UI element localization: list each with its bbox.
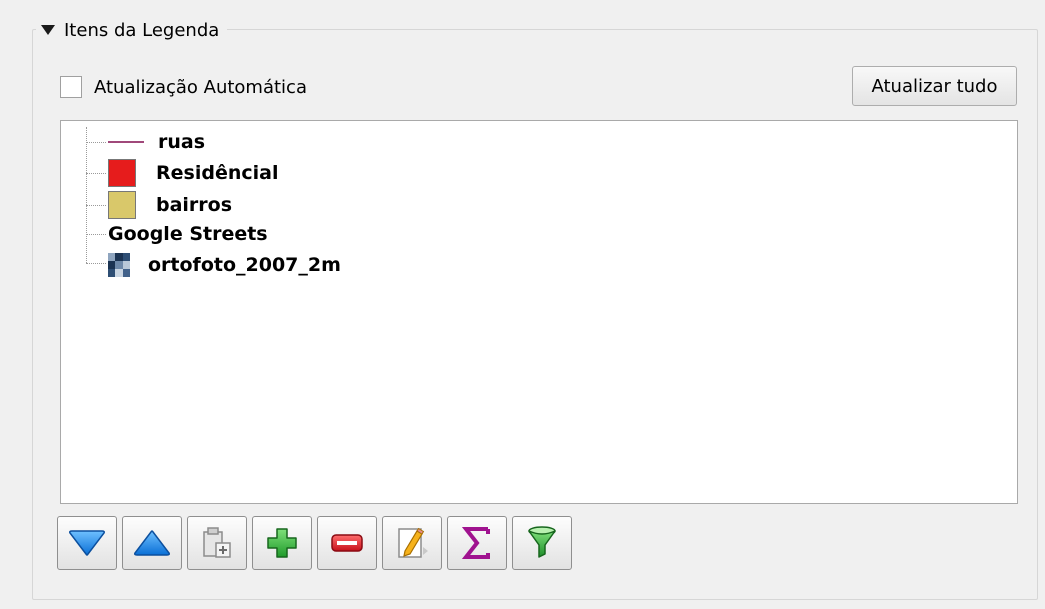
edit-item-button[interactable] <box>382 516 442 570</box>
groupbox-title: Itens da Legenda <box>64 19 220 41</box>
clipboard-add-icon <box>203 527 231 558</box>
legend-item-ruas[interactable]: ruas <box>108 127 205 157</box>
legend-item-ortofoto[interactable]: ortofoto_2007_2m <box>108 250 341 280</box>
pencil-icon <box>398 527 428 558</box>
tree-branch-line <box>86 205 106 206</box>
collapse-arrow-icon[interactable] <box>41 25 55 35</box>
legend-item-bairros[interactable]: bairros <box>108 190 232 220</box>
fill-symbol-icon <box>108 159 136 187</box>
add-group-button[interactable] <box>187 516 247 570</box>
funnel-icon <box>528 526 556 558</box>
move-up-button[interactable] <box>122 516 182 570</box>
filter-button[interactable] <box>512 516 572 570</box>
tree-branch-line <box>86 234 106 235</box>
groupbox-header[interactable]: Itens da Legenda <box>36 16 228 44</box>
legend-item-label: ortofoto_2007_2m <box>148 254 341 276</box>
legend-item-google-streets[interactable]: Google Streets <box>108 219 268 249</box>
legend-tree[interactable]: ruas Residêncial bairros Google Streets … <box>60 120 1018 504</box>
raster-symbol-icon <box>108 253 130 277</box>
update-all-button[interactable]: Atualizar tudo <box>852 66 1017 106</box>
tree-branch-line <box>86 263 106 264</box>
legend-toolbar <box>57 516 572 570</box>
legend-item-residencial[interactable]: Residêncial <box>108 158 278 188</box>
tree-branch-line <box>86 173 106 174</box>
legend-item-label: Residêncial <box>156 162 279 184</box>
plus-icon <box>267 528 297 558</box>
legend-items-groupbox: Itens da Legenda Atualização Automática … <box>32 10 1038 600</box>
tree-branch-line <box>86 142 106 143</box>
count-button[interactable] <box>447 516 507 570</box>
line-symbol-icon <box>108 141 144 143</box>
remove-item-button[interactable] <box>317 516 377 570</box>
triangle-down-icon <box>69 530 105 556</box>
legend-item-label: Google Streets <box>108 223 268 245</box>
auto-update-label: Atualização Automática <box>94 76 307 98</box>
triangle-up-icon <box>134 530 170 556</box>
move-down-button[interactable] <box>57 516 117 570</box>
legend-item-label: ruas <box>158 131 206 153</box>
add-item-button[interactable] <box>252 516 312 570</box>
tree-guide-line <box>86 127 87 263</box>
minus-icon <box>331 534 363 552</box>
checkbox-box[interactable] <box>60 76 82 98</box>
fill-symbol-icon <box>108 191 136 219</box>
legend-item-label: bairros <box>156 194 233 216</box>
auto-update-checkbox[interactable]: Atualização Automática <box>60 74 307 100</box>
sigma-icon <box>462 527 490 559</box>
